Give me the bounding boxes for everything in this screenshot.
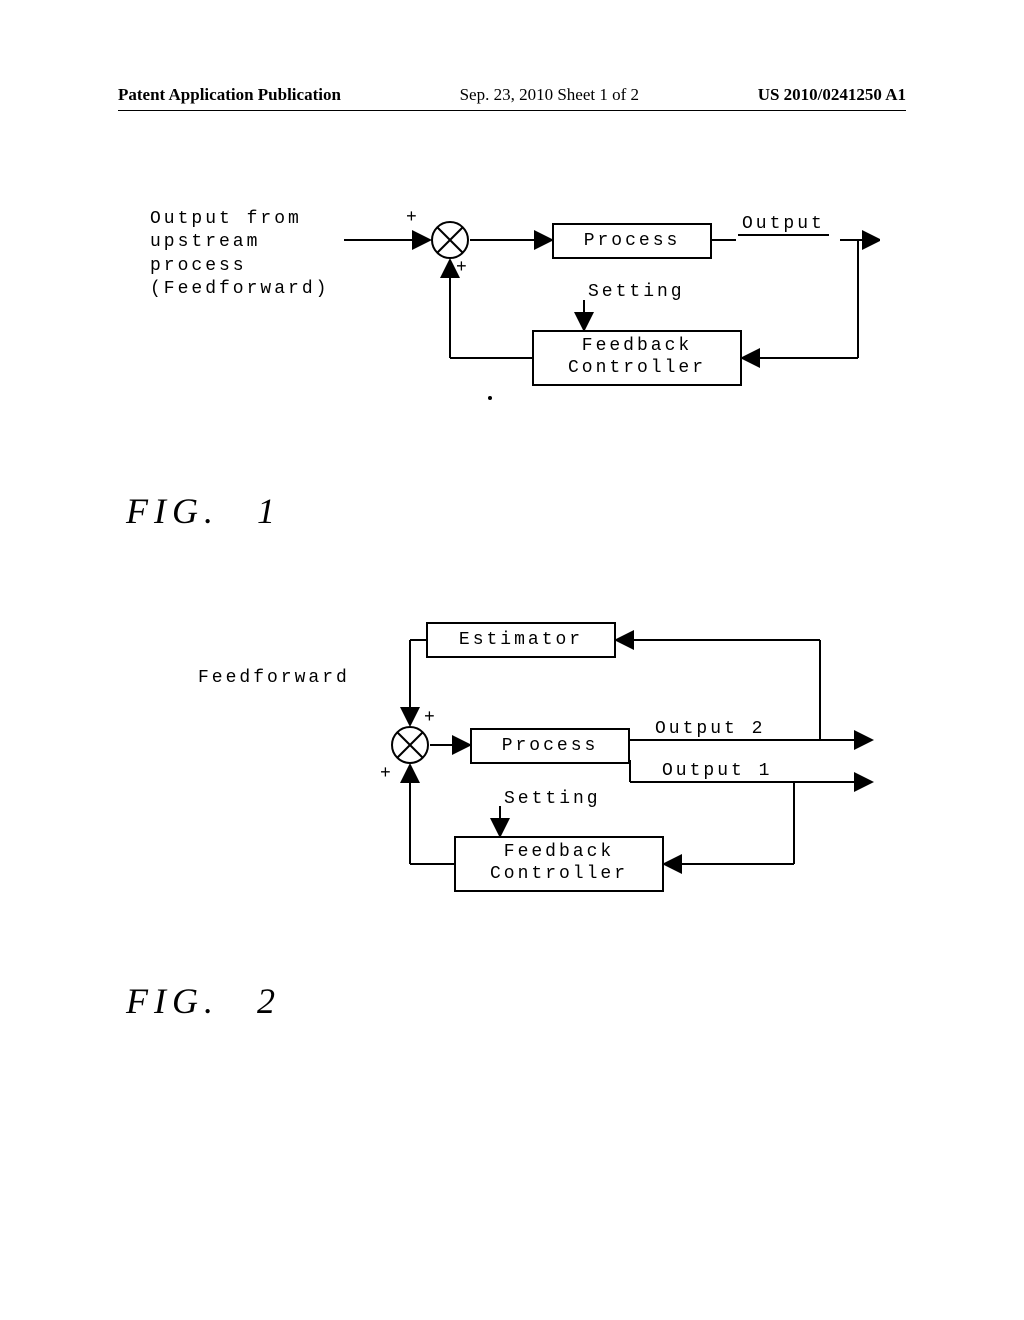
feedback-line-2: Controller [568, 358, 706, 380]
output-1-label: Output 1 [662, 761, 772, 781]
process-label: Process [584, 231, 681, 251]
header-left: Patent Application Publication [118, 85, 341, 105]
summer-icon [430, 220, 470, 260]
feedback-line-2: Controller [490, 864, 628, 886]
header-center: Sep. 23, 2010 Sheet 1 of 2 [460, 85, 639, 105]
plus-sign-2: + [456, 258, 470, 278]
feedback-controller-box: Feedback Controller [454, 836, 664, 892]
input-line-2: upstream [150, 231, 329, 254]
feedback-line-1: Feedback [504, 842, 614, 864]
process-box: Process [470, 728, 630, 764]
input-label: Output from upstream process (Feedforwar… [150, 208, 329, 302]
feedback-controller-box: Feedback Controller [532, 330, 742, 386]
fig-label-number: 2 [257, 981, 275, 1021]
setting-label: Setting [504, 789, 601, 809]
summer-icon [390, 725, 430, 765]
input-line-4: (Feedforward) [150, 278, 329, 301]
process-label: Process [502, 736, 599, 756]
figure-2-label: FIG. 2 [126, 980, 275, 1022]
setting-label: Setting [588, 282, 685, 302]
output-2-label: Output 2 [655, 719, 765, 739]
header-divider [118, 110, 906, 111]
fig-label-number: 1 [257, 491, 275, 531]
figure-1: Output from upstream process (Feedforwar… [140, 190, 880, 480]
fig-label-text: FIG. [126, 981, 219, 1021]
page-header: Patent Application Publication Sep. 23, … [0, 85, 1024, 105]
process-box: Process [552, 223, 712, 259]
plus-sign-1: + [424, 708, 438, 728]
feedforward-label: Feedforward [198, 668, 350, 688]
figure-2: Feedforward Estimator + + Process Output… [180, 620, 880, 940]
feedback-line-1: Feedback [582, 336, 692, 358]
input-line-3: process [150, 255, 329, 278]
fig-label-text: FIG. [126, 491, 219, 531]
estimator-box: Estimator [426, 622, 616, 658]
output-label: Output [738, 214, 829, 236]
input-line-1: Output from [150, 208, 329, 231]
comma-dot [488, 396, 492, 400]
estimator-label: Estimator [459, 630, 583, 650]
header-right: US 2010/0241250 A1 [758, 85, 906, 105]
plus-sign-2: + [380, 764, 394, 784]
plus-sign-1: + [406, 208, 420, 228]
figure-1-label: FIG. 1 [126, 490, 275, 532]
